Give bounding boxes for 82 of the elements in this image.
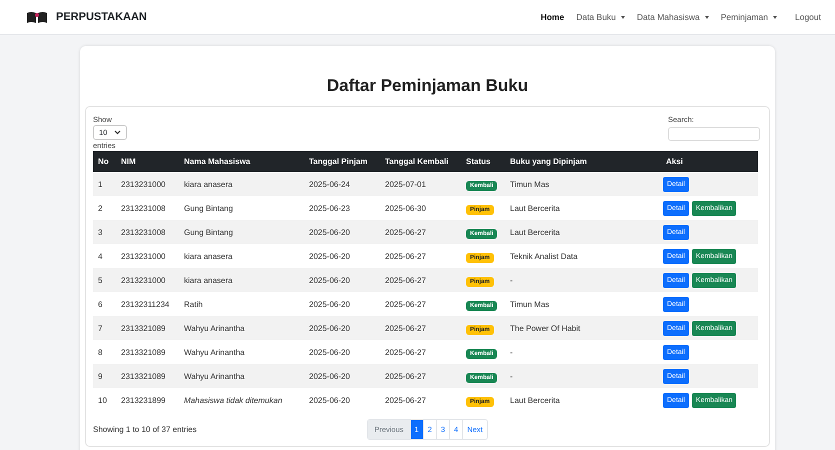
- search-field[interactable]: [668, 127, 760, 141]
- entries-info: Showing 1 to 10 of 37 entries: [93, 425, 198, 434]
- brand-link[interactable]: PERPUSTAKAAN: [56, 11, 147, 23]
- table-cell: 2025-06-20: [309, 324, 350, 332]
- table-cell: 1: [98, 180, 102, 188]
- table-cell: 2025-06-27: [385, 372, 426, 380]
- table-cell: Gung Bintang: [184, 204, 233, 212]
- table-cell: 2025-07-01: [385, 180, 426, 188]
- table-cell: 2025-06-20: [309, 372, 350, 380]
- table-cell: 2025-06-24: [309, 180, 350, 188]
- open-book-icon: [26, 11, 48, 23]
- table-cell: 2313231000: [121, 180, 166, 188]
- table-cell: 2025-06-27: [385, 252, 426, 260]
- table-cell: 2313231008: [121, 228, 166, 236]
- table-cell: kiara anasera: [184, 252, 232, 260]
- table-cell: 2313231899: [121, 396, 166, 404]
- caret-icon: [773, 16, 777, 18]
- table-cell: 2025-06-20: [309, 276, 350, 284]
- column-header: Buku yang Dipinjam: [510, 157, 587, 166]
- table-cell: kiara anasera: [184, 180, 232, 188]
- nav-link[interactable]: Peminjaman: [720, 12, 777, 22]
- table-cell: Laut Bercerita: [510, 396, 560, 404]
- table-cell: Teknik Analist Data: [510, 252, 578, 260]
- table-cell: 2313321089: [121, 372, 166, 380]
- table-cell: 6: [98, 300, 102, 308]
- table-cell: Wahyu Arinantha: [184, 372, 245, 380]
- chevron-icon: [114, 130, 122, 135]
- column-header: No: [98, 157, 109, 166]
- table-cell: 7: [98, 324, 102, 332]
- column-header: Nama Mahasiswa: [184, 157, 250, 166]
- table-cell: Wahyu Arinantha: [184, 324, 245, 332]
- table-cell: 2025-06-20: [309, 300, 350, 308]
- table-cell: Mahasiswa tidak ditemukan: [184, 396, 282, 404]
- table-cell: 23132311234: [121, 300, 170, 308]
- table-cell: -: [510, 276, 513, 284]
- nav-link[interactable]: Data Buku: [576, 12, 625, 22]
- table-cell: -: [510, 348, 513, 356]
- table-cell: 9: [98, 372, 102, 380]
- nav-link[interactable]: Data Mahasiswa: [636, 12, 709, 22]
- table-cell: 2025-06-20: [309, 348, 350, 356]
- table-cell: Timun Mas: [510, 300, 550, 308]
- caret-icon: [620, 16, 625, 18]
- table-cell: 2313231000: [121, 276, 166, 284]
- table-cell: 5: [98, 276, 102, 284]
- table-cell: 2: [98, 204, 102, 212]
- column-header: Aksi: [666, 157, 683, 166]
- table-cell: kiara anasera: [184, 276, 232, 284]
- table-cell: 2025-06-20: [309, 228, 350, 236]
- caret-icon: [704, 16, 709, 18]
- table-cell: Laut Bercerita: [510, 228, 560, 236]
- table-cell: 2025-06-27: [385, 228, 426, 236]
- table-cell: 2313231008: [121, 204, 166, 212]
- table-cell: The Power Of Habit: [510, 324, 580, 332]
- table-cell: 8: [98, 348, 102, 356]
- column-header: Status: [466, 157, 490, 166]
- nav-link[interactable]: Home: [540, 12, 564, 22]
- table-cell: Gung Bintang: [184, 228, 233, 236]
- table-cell: 2313321089: [121, 348, 166, 356]
- table-cell: -: [510, 372, 513, 380]
- column-header: Tanggal Kembali: [385, 157, 448, 166]
- table-cell: 2025-06-20: [309, 252, 350, 260]
- table-cell: Laut Bercerita: [510, 204, 560, 212]
- table-cell: 2025-06-27: [385, 348, 426, 356]
- table-cell: 4: [98, 252, 102, 260]
- table-cell: 2025-06-23: [309, 204, 350, 212]
- table-cell: Timun Mas: [510, 180, 550, 188]
- table-cell: 3: [98, 228, 102, 236]
- table-cell: 2313231000: [121, 252, 166, 260]
- table-cell: 2313321089: [121, 324, 166, 332]
- table-cell: 2025-06-27: [385, 300, 426, 308]
- nav-link[interactable]: Logout: [795, 12, 821, 22]
- table-cell: 2025-06-27: [385, 324, 426, 332]
- table-cell: 2025-06-20: [309, 396, 350, 404]
- table-cell: 2025-06-27: [385, 396, 426, 404]
- table-cell: Wahyu Arinantha: [184, 348, 245, 356]
- column-header: Tanggal Pinjam: [309, 157, 368, 166]
- table-cell: 2025-06-27: [385, 276, 426, 284]
- table-cell: 2025-06-30: [385, 204, 426, 212]
- page-title: Daftar Peminjaman Buku: [326, 75, 530, 97]
- column-header: NIM: [121, 157, 136, 166]
- table-cell: Ratih: [184, 300, 203, 308]
- table-cell: 10: [98, 396, 107, 404]
